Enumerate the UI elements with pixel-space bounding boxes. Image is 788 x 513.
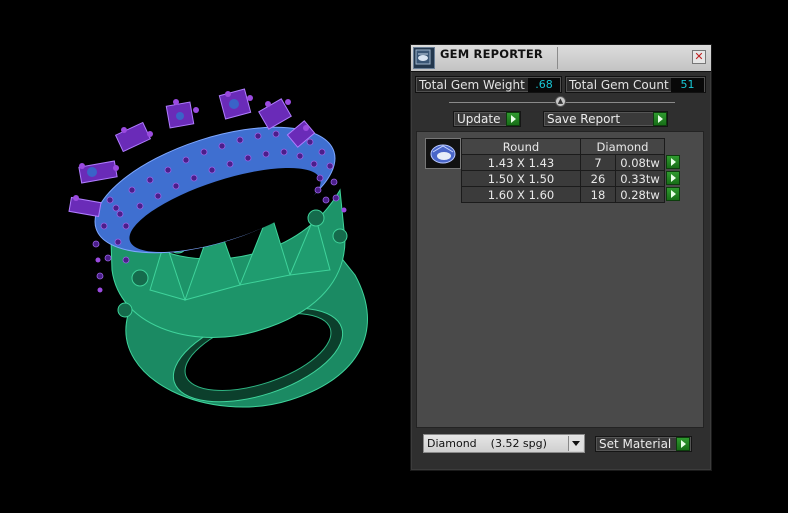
total-gem-weight-box: Total Gem Weight .68 bbox=[415, 76, 562, 93]
gem-reporter-app-icon bbox=[413, 47, 435, 69]
update-button-label: Update bbox=[457, 112, 501, 126]
window-title: GEM REPORTER bbox=[440, 47, 543, 61]
gem-weight-cell: 0.08tw bbox=[615, 154, 665, 171]
table-row[interactable]: 1.60 X 1.60 18 0.28tw bbox=[461, 186, 682, 203]
green-play-arrow-icon[interactable] bbox=[666, 186, 680, 201]
table-header-row: Round Diamond bbox=[461, 138, 682, 155]
close-button[interactable]: ✕ bbox=[692, 50, 706, 64]
total-gem-count-value: 51 bbox=[671, 78, 704, 92]
update-button[interactable]: Update bbox=[453, 111, 521, 127]
shape-header: Round bbox=[461, 138, 581, 155]
table-row[interactable]: 1.43 X 1.43 7 0.08tw bbox=[461, 154, 682, 171]
chevron-down-icon[interactable] bbox=[568, 436, 583, 451]
title-separator bbox=[557, 47, 558, 69]
set-material-button-label: Set Material bbox=[599, 437, 672, 451]
table-row[interactable]: 1.50 X 1.50 26 0.33tw bbox=[461, 170, 682, 187]
gem-list-area: Round Diamond 1.43 X 1.43 7 0.08tw 1.50 … bbox=[416, 131, 704, 428]
slider-handle[interactable]: ▲ bbox=[555, 96, 566, 107]
gem-reporter-panel: GEM REPORTER ✕ Total Gem Weight .68 Tota… bbox=[410, 44, 712, 471]
gem-weight-cell: 0.33tw bbox=[615, 170, 665, 187]
save-report-button[interactable]: Save Report bbox=[543, 111, 668, 127]
gem-size-cell: 1.50 X 1.50 bbox=[461, 170, 581, 187]
gem-weight-cell: 0.28tw bbox=[615, 186, 665, 203]
save-report-button-label: Save Report bbox=[547, 112, 621, 126]
3d-viewport[interactable] bbox=[0, 0, 400, 509]
round-diamond-icon[interactable] bbox=[425, 138, 461, 169]
green-play-arrow-icon bbox=[506, 112, 520, 126]
green-play-arrow-icon[interactable] bbox=[666, 170, 680, 185]
title-bar[interactable]: GEM REPORTER ✕ bbox=[411, 45, 711, 72]
gem-count-cell: 7 bbox=[580, 154, 616, 171]
gem-table: Round Diamond 1.43 X 1.43 7 0.08tw 1.50 … bbox=[461, 138, 682, 203]
total-gem-weight-value: .68 bbox=[528, 78, 560, 92]
green-play-arrow-icon[interactable] bbox=[666, 154, 680, 169]
total-gem-weight-label: Total Gem Weight bbox=[419, 78, 525, 92]
crown-ring-model bbox=[68, 88, 368, 408]
total-gem-count-box: Total Gem Count 51 bbox=[565, 76, 706, 93]
gem-count-cell: 26 bbox=[580, 170, 616, 187]
gem-size-cell: 1.43 X 1.43 bbox=[461, 154, 581, 171]
material-header: Diamond bbox=[580, 138, 665, 155]
material-dropdown[interactable]: Diamond (3.52 spg) bbox=[423, 434, 585, 453]
green-play-arrow-icon bbox=[676, 437, 690, 451]
set-material-button[interactable]: Set Material bbox=[595, 436, 692, 452]
gem-count-cell: 18 bbox=[580, 186, 616, 203]
green-play-arrow-icon bbox=[653, 112, 667, 126]
gem-size-cell: 1.60 X 1.60 bbox=[461, 186, 581, 203]
material-selected-value: Diamond (3.52 spg) bbox=[427, 437, 547, 450]
total-gem-count-label: Total Gem Count bbox=[569, 78, 669, 92]
